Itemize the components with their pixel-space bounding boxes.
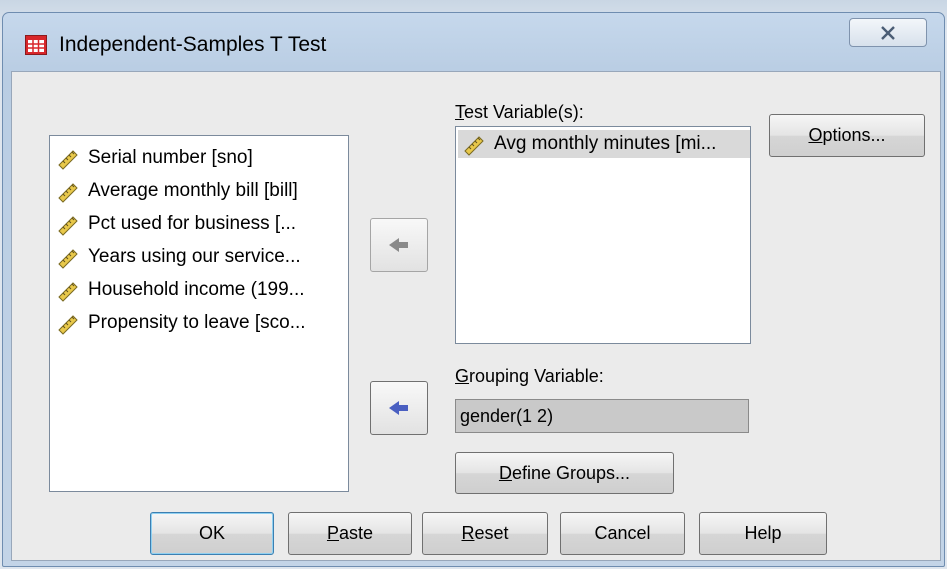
window-title: Independent-Samples T Test: [59, 33, 327, 56]
grouping-variable-label: Grouping Variable:: [455, 366, 604, 386]
close-button[interactable]: [849, 18, 927, 47]
close-x-icon: [881, 25, 895, 40]
scale-ruler-icon: [58, 183, 78, 203]
scale-ruler-icon: [58, 150, 78, 170]
grouping-variable-field[interactable]: gender(1 2): [455, 399, 749, 433]
arrow-right-icon: [389, 401, 408, 415]
list-item[interactable]: Household income (199...: [56, 276, 305, 304]
list-item-label: Propensity to leave [sco...: [88, 312, 306, 333]
list-item[interactable]: Years using our service...: [56, 243, 301, 271]
list-item-label: Average monthly bill [bill]: [88, 180, 298, 201]
list-item[interactable]: Avg monthly minutes [mi...: [458, 130, 750, 158]
arrow-right-icon: [389, 238, 408, 252]
reset-button[interactable]: Reset: [422, 512, 548, 555]
test-variables-list[interactable]: Avg monthly minutes [mi...: [455, 126, 751, 344]
list-item[interactable]: Average monthly bill [bill]: [56, 177, 298, 205]
help-button[interactable]: Help: [699, 512, 827, 555]
scale-ruler-icon: [58, 282, 78, 302]
scale-ruler-icon: [464, 136, 484, 156]
cancel-button[interactable]: Cancel: [560, 512, 685, 555]
spss-dialog-icon: [25, 35, 47, 55]
move-to-grouping-variable-button[interactable]: [370, 381, 428, 435]
list-item[interactable]: Propensity to leave [sco...: [56, 309, 306, 337]
scale-ruler-icon: [58, 315, 78, 335]
list-item-label: Avg monthly minutes [mi...: [494, 133, 717, 154]
dialog-client-area: Serial number [sno] Average monthly bill…: [11, 71, 941, 561]
ok-button[interactable]: OK: [150, 512, 274, 555]
list-item[interactable]: Serial number [sno]: [56, 144, 253, 172]
define-groups-button[interactable]: Define Groups...: [455, 452, 674, 494]
options-button[interactable]: Options...: [769, 114, 925, 157]
title-bar: Independent-Samples T Test: [3, 13, 944, 73]
list-item-label: Pct used for business [...: [88, 213, 297, 234]
list-item-label: Household income (199...: [88, 279, 305, 300]
list-item-label: Serial number [sno]: [88, 147, 253, 168]
list-item[interactable]: Pct used for business [...: [56, 210, 296, 238]
dialog-window: Independent-Samples T Test Serial number…: [2, 12, 945, 567]
scale-ruler-icon: [58, 216, 78, 236]
paste-button[interactable]: Paste: [288, 512, 412, 555]
source-variable-list[interactable]: Serial number [sno] Average monthly bill…: [49, 135, 349, 492]
scale-ruler-icon: [58, 249, 78, 269]
test-variables-label: Test Variable(s):: [455, 102, 584, 122]
list-item-label: Years using our service...: [88, 246, 301, 267]
move-to-test-variable-button[interactable]: [370, 218, 428, 272]
